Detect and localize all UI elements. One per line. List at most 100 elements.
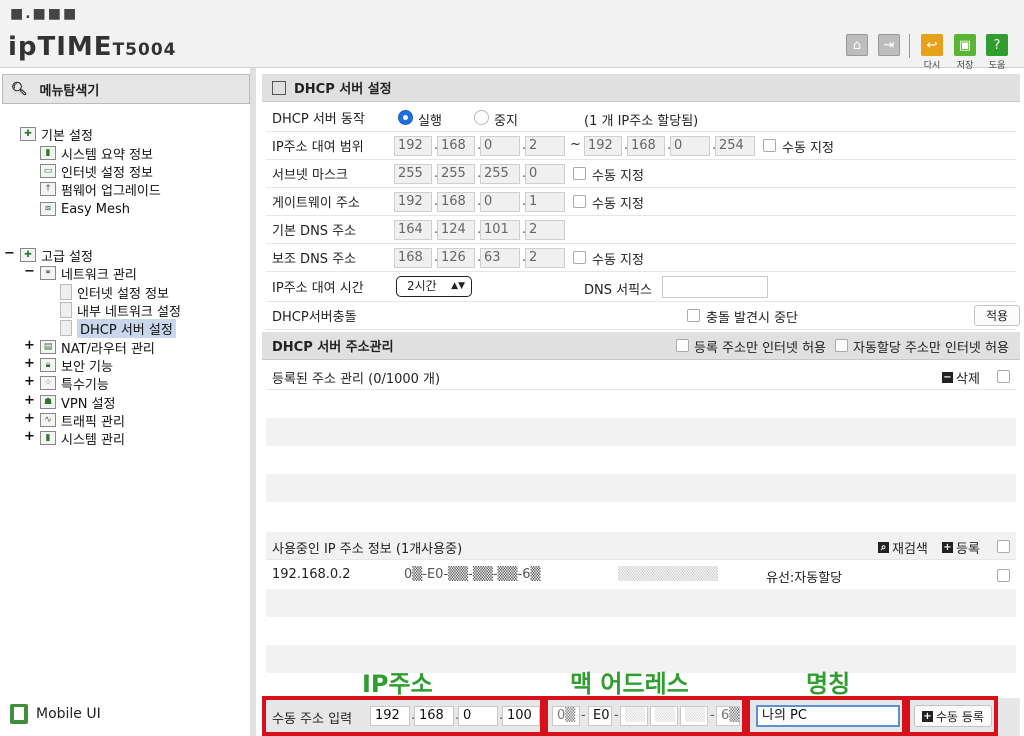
upgrade-icon: ↑ — [40, 182, 56, 196]
gateway-octet1[interactable]: 192 — [394, 192, 432, 212]
row-secondary-dns: 보조 DNS 주소 168 . 126 . 63 . 2 수동 지정 — [266, 244, 1016, 272]
select-arrows-icon: ▲▼ — [451, 281, 465, 291]
registered-select-all-checkbox[interactable] — [997, 370, 1010, 383]
tree-item-internet-settings[interactable]: 인터넷 설정 정보 — [60, 283, 169, 302]
logout-icon[interactable]: ⇥ — [878, 34, 900, 56]
tree-special-functions[interactable]: ⁘ 특수기능 — [40, 374, 109, 393]
auto-only-checkbox[interactable] — [835, 339, 848, 352]
dns1-octet4[interactable]: 2 — [525, 220, 565, 240]
chart-icon: ▮ — [40, 146, 56, 160]
save-label: 저장 — [956, 61, 974, 71]
dns-suffix-input[interactable] — [662, 276, 768, 298]
expand-special[interactable]: + — [24, 374, 35, 389]
gateway-octet3[interactable]: 0 — [480, 192, 520, 212]
tree-item-internet-info[interactable]: ▭ 인터넷 설정 정보 — [40, 162, 153, 181]
subnet-octet1[interactable]: 255 — [394, 164, 432, 184]
manual-name-input[interactable]: 나의 PC — [756, 705, 900, 727]
range-start-octet3[interactable]: 0 — [480, 136, 520, 156]
range-manual-checkbox[interactable] — [763, 139, 776, 152]
manual-mac-4[interactable]: ▒▒ — [650, 706, 678, 726]
tree-vpn[interactable]: ☗ VPN 설정 — [40, 393, 116, 412]
collapse-network[interactable]: − — [24, 264, 35, 279]
inuse-select-all-checkbox[interactable] — [997, 540, 1010, 553]
range-end-octet2[interactable]: 168 — [627, 136, 665, 156]
help-button[interactable]: ? 도움 — [983, 34, 1011, 71]
manual-register-button[interactable]: + 수동 등록 — [914, 705, 992, 727]
save-button[interactable]: ▣ 저장 — [951, 34, 979, 71]
manual-mac-6[interactable]: 6▒ — [716, 706, 740, 726]
expand-security[interactable]: + — [24, 356, 35, 371]
dns1-octet1[interactable]: 164 — [394, 220, 432, 240]
tree-label-selected: DHCP 서버 설정 — [77, 318, 176, 338]
tree-advanced-settings[interactable]: ✚ 고급 설정 — [20, 246, 93, 265]
tree-item-easy-mesh[interactable]: ≋ Easy Mesh — [40, 200, 130, 218]
range-start-octet1[interactable]: 192 — [394, 136, 432, 156]
row-checkbox[interactable] — [997, 569, 1010, 582]
delete-label: 삭제 — [956, 372, 980, 387]
row-ip-range: IP주소 대여 범위 192 . 168 . 0 . 2 ~ 192 . 168… — [266, 132, 1016, 160]
subnet-octet3[interactable]: 255 — [480, 164, 520, 184]
subnet-manual-checkbox[interactable] — [573, 167, 586, 180]
tree-network-management[interactable]: ⚭ 네트워크 관리 — [40, 264, 137, 283]
inuse-label: 사용중인 IP 주소 정보 (1개사용중) — [272, 542, 463, 557]
range-end-octet3[interactable]: 0 — [670, 136, 710, 156]
gateway-octet4[interactable]: 1 — [525, 192, 565, 212]
conflict-stop-checkbox[interactable] — [687, 309, 700, 322]
dns2-manual-checkbox[interactable] — [573, 251, 586, 264]
manual-ip-octet4[interactable]: 100 — [502, 706, 540, 726]
dns1-octet3[interactable]: 101 — [480, 220, 520, 240]
mobile-ui-link[interactable]: Mobile UI — [10, 704, 101, 724]
tree-nat-router[interactable]: ▤ NAT/라우터 관리 — [40, 338, 155, 357]
range-start-octet2[interactable]: 168 — [437, 136, 475, 156]
expand-nat[interactable]: + — [24, 338, 35, 353]
tree-item-dhcp-server[interactable]: DHCP 서버 설정 — [60, 318, 176, 338]
manual-ip-octet2[interactable]: 168 — [414, 706, 454, 726]
dns2-octet3[interactable]: 63 — [480, 248, 520, 268]
apply-button[interactable]: 적용 — [974, 305, 1020, 326]
back-button[interactable]: ↩ 다시 — [918, 34, 946, 71]
registered-row — [266, 446, 1016, 474]
row-label: DHCP서버충돌 — [272, 310, 357, 325]
gateway-octet2[interactable]: 168 — [437, 192, 475, 212]
tree-security[interactable]: 🔒︎ 보안 기능 — [40, 356, 113, 375]
tree-item-system-summary[interactable]: ▮ 시스템 요약 정보 — [40, 144, 153, 163]
expand-system[interactable]: + — [24, 429, 35, 444]
table-row[interactable]: 192.168.0.2 0▒-E0-▒▒-▒▒-▒▒-6▒ ▒▒▒▒▒▒▒▒▒▒… — [266, 561, 1016, 589]
range-start-octet4[interactable]: 2 — [525, 136, 565, 156]
manual-mac-3[interactable]: ▒▒ — [620, 706, 648, 726]
dns2-octet4[interactable]: 2 — [525, 248, 565, 268]
register-button[interactable]: + 등록 — [942, 538, 980, 557]
manual-mac-1[interactable]: 0▒ — [552, 706, 580, 726]
rescan-button[interactable]: ⌕ 재검색 — [878, 538, 928, 557]
registered-only-checkbox[interactable] — [676, 339, 689, 352]
expand-traffic[interactable]: + — [24, 411, 35, 426]
tree-basic-settings[interactable]: ✚ 기본 설정 — [20, 125, 93, 144]
manual-mac-5[interactable]: ▒▒ — [680, 706, 708, 726]
tree-traffic[interactable]: ∿ 트래픽 관리 — [40, 411, 125, 430]
manual-mac-2[interactable]: E0 — [588, 706, 612, 726]
manual-ip-octet3[interactable]: 0 — [458, 706, 498, 726]
plus-icon: + — [922, 710, 933, 722]
lease-time-select[interactable]: 2시간 ▲▼ — [396, 276, 472, 297]
manual-ip-octet1[interactable]: 192 — [370, 706, 410, 726]
radio-stop[interactable] — [474, 110, 489, 125]
dns1-octet2[interactable]: 124 — [437, 220, 475, 240]
dns2-octet2[interactable]: 126 — [437, 248, 475, 268]
collapse-advanced[interactable]: − — [4, 246, 15, 261]
expand-vpn[interactable]: + — [24, 393, 35, 408]
manual-input-label: 수동 주소 입력 — [272, 712, 353, 727]
tree-system-management[interactable]: ▮ 시스템 관리 — [40, 429, 125, 448]
radio-run[interactable] — [398, 110, 413, 125]
dns2-octet1[interactable]: 168 — [394, 248, 432, 268]
subnet-octet4[interactable]: 0 — [525, 164, 565, 184]
range-end-octet1[interactable]: 192 — [584, 136, 622, 156]
delete-button[interactable]: − 삭제 — [942, 368, 980, 387]
tree-item-lan-settings[interactable]: 내부 네트워크 설정 — [60, 301, 181, 320]
gateway-manual-checkbox[interactable] — [573, 195, 586, 208]
minus-icon: − — [942, 372, 953, 383]
tree-item-firmware[interactable]: ↑ 펌웨어 업그레이드 — [40, 180, 161, 199]
subnet-octet2[interactable]: 255 — [437, 164, 475, 184]
range-end-octet4[interactable]: 254 — [715, 136, 755, 156]
tree-label: 인터넷 설정 정보 — [77, 286, 169, 302]
home-icon[interactable]: ⌂ — [846, 34, 868, 56]
